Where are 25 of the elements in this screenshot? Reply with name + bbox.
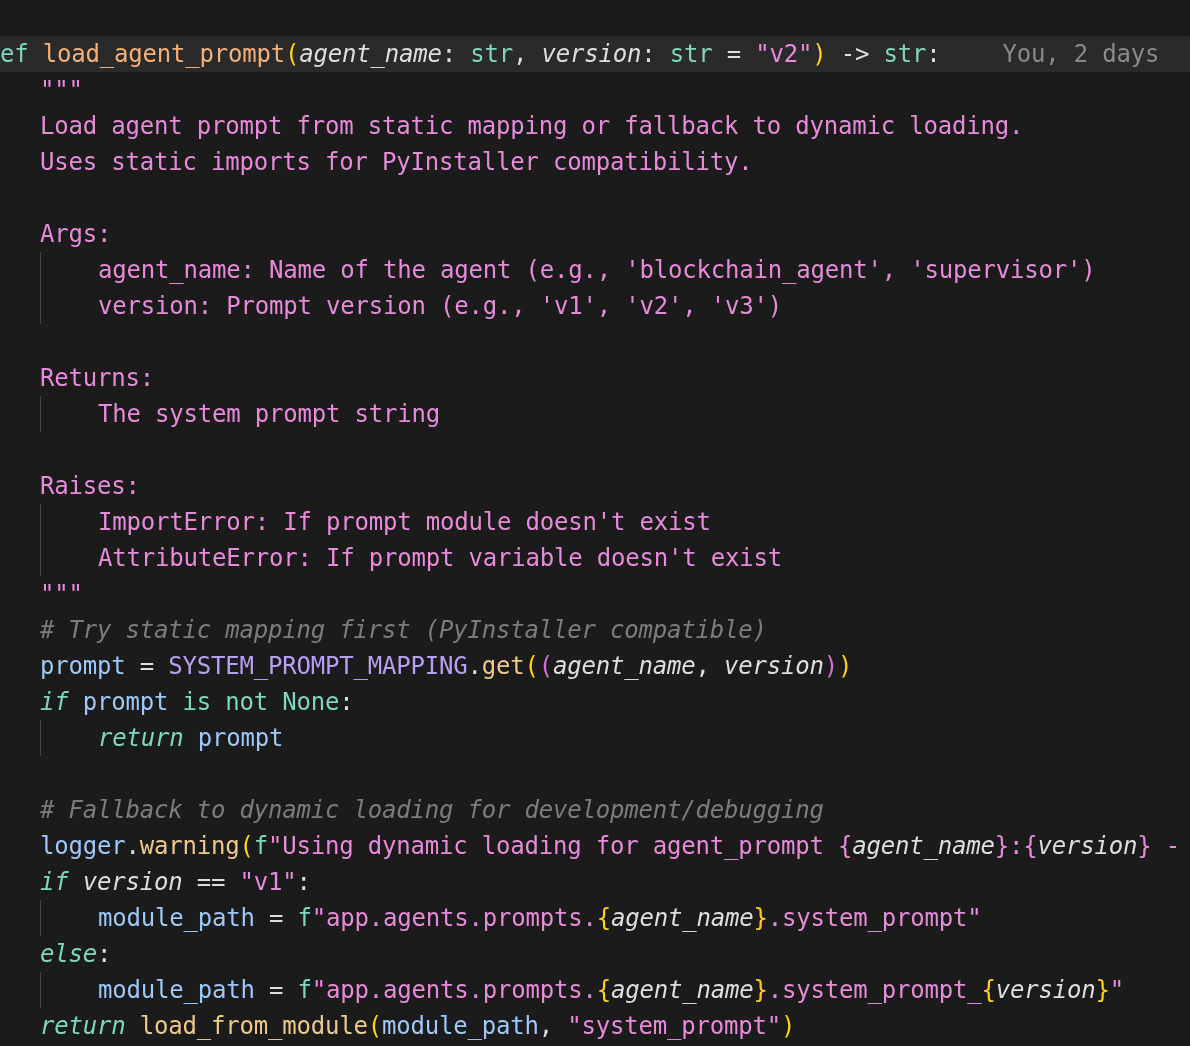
code-line: The system prompt string [98, 399, 440, 430]
code-line: # Fallback to dynamic loading for development/debugging [40, 795, 824, 826]
code-line: Raises: [40, 471, 140, 502]
code-line: return prompt [98, 723, 284, 754]
code-line: if prompt is not None: [40, 687, 354, 718]
code-line: # Try static mapping first (PyInstaller compatible) [40, 615, 767, 646]
code-line: logger.warning(f"Using dynamic loading for agent_prompt {agent_name}:{version} - [40, 831, 1180, 862]
code-line: """ [40, 75, 83, 106]
code-line: Load agent prompt from static mapping or fallback to dynamic loading. [40, 111, 1024, 142]
code-line: Args: [40, 219, 112, 250]
code-line: module_path = f"app.agents.prompts.{agent_name}.system_prompt" [98, 903, 982, 934]
code-line: Uses static imports for PyInstaller compatibility. [40, 147, 753, 178]
code-line: if version == "v1": [40, 867, 311, 898]
code-line: module_path = f"app.agents.prompts.{agent_name}.system_prompt_{version}" [98, 975, 1124, 1006]
code-line: Returns: [40, 363, 154, 394]
code-line: AttributeError: If prompt variable doesn't exist [98, 543, 782, 574]
code-line: ef load_agent_prompt(agent_name: str, version: str = "v2") -> str: [0, 39, 941, 70]
blame-annotation: You, 2 days [1002, 39, 1160, 70]
code-line: else: [40, 939, 112, 970]
code-line: prompt = SYSTEM_PROMPT_MAPPING.get((agent_name, version)) [40, 651, 853, 682]
code-line: ImportError: If prompt module doesn't exist [98, 507, 711, 538]
code-line: version: Prompt version (e.g., 'v1', 'v2', 'v3') [98, 291, 782, 322]
code-line: agent_name: Name of the agent (e.g., 'blockchain_agent', 'supervisor') [98, 255, 1096, 286]
code-line: """ [40, 579, 83, 610]
code-line: return load_from_module(module_path, "system_prompt") [40, 1011, 796, 1042]
